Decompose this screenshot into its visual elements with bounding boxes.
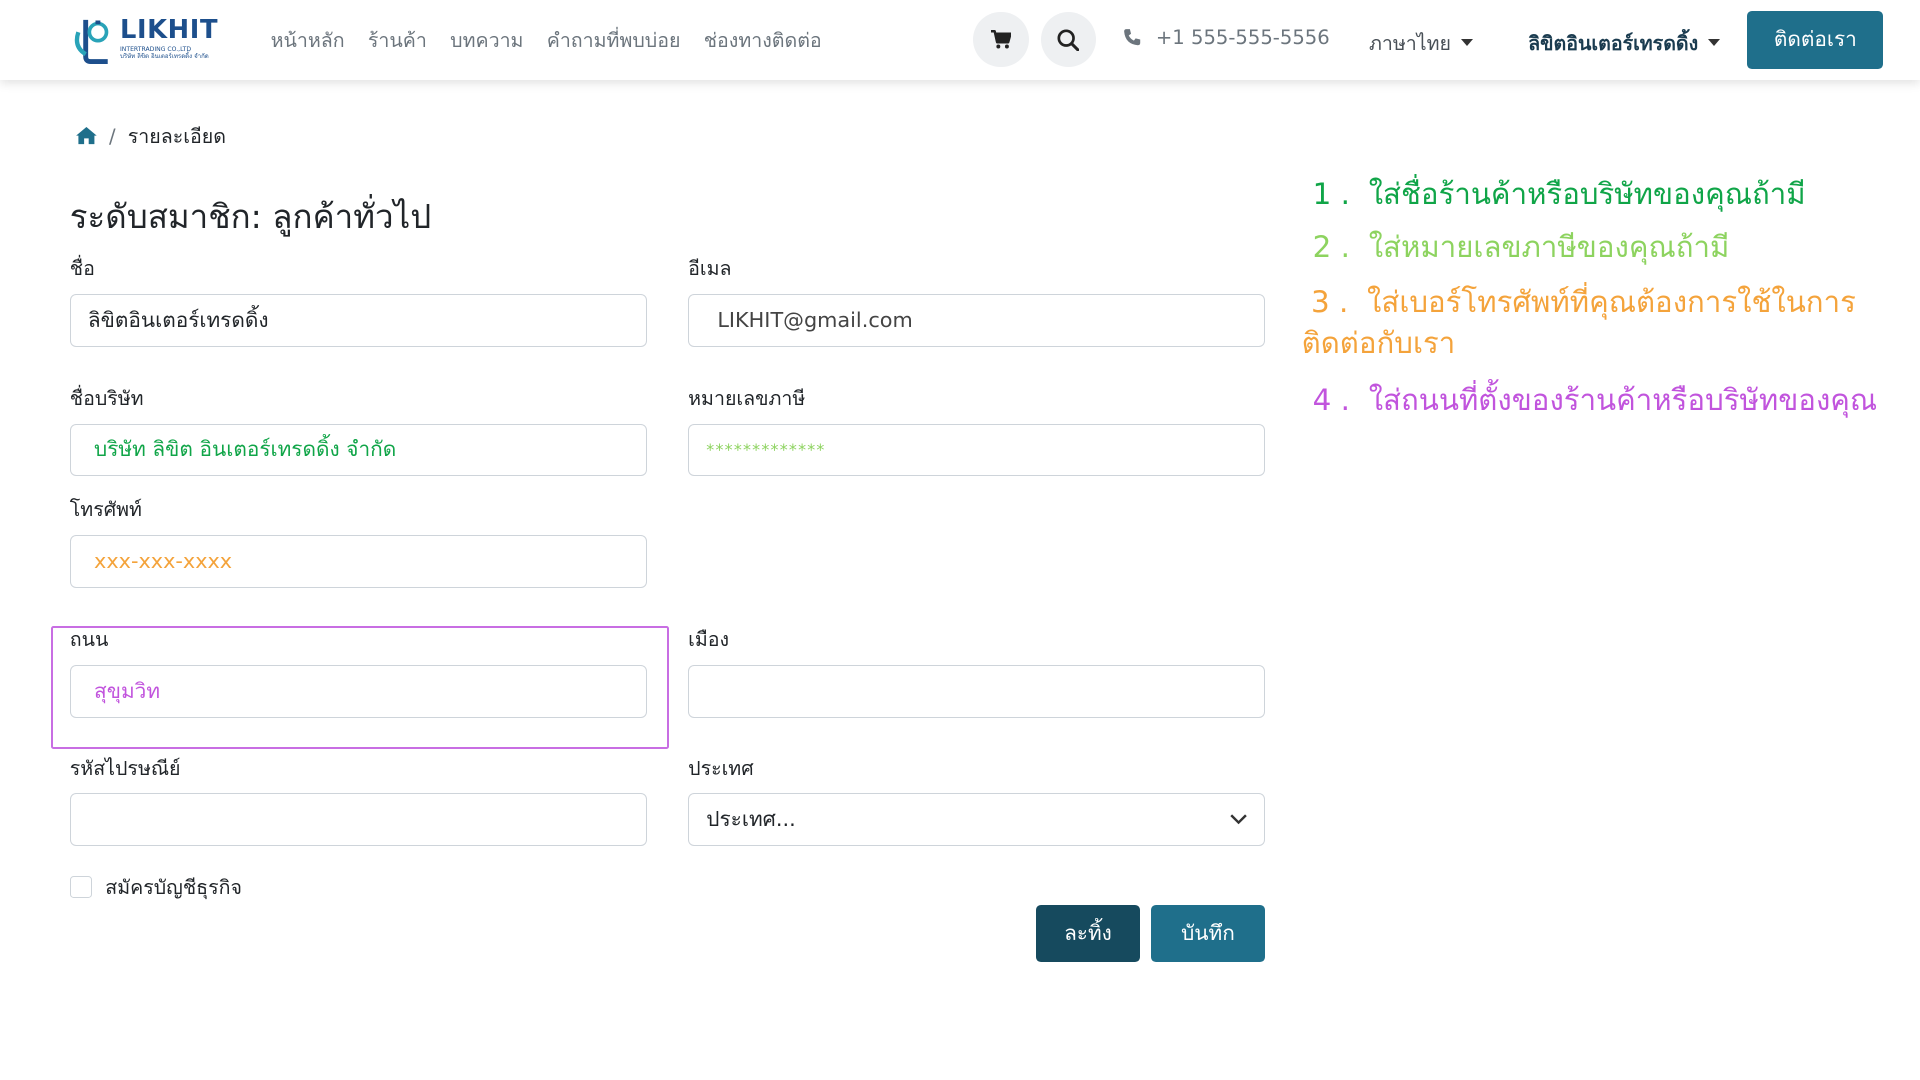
breadcrumb-current: รายละเอียด <box>127 125 226 148</box>
discard-button[interactable]: ละทิ้ง <box>1035 904 1140 963</box>
user-menu-dropdown[interactable]: ลิขิตอินเตอร์เทรดดิ้ง <box>1528 27 1720 59</box>
cart-icon <box>990 29 1012 49</box>
country-selected-value: ประเทศ... <box>706 807 796 832</box>
instruction-number: 4 . <box>1312 382 1351 417</box>
top-navbar: LIKHIT INTERTRADING CO.,LTD บริษัท ลิขิต… <box>0 0 1920 80</box>
instruction-text: ใส่ชื่อร้านค้าหรือบริษัทของคุณถ้ามี <box>1368 176 1806 211</box>
company-label: ชื่อบริษัท <box>69 387 144 411</box>
instruction-number: 1 . <box>1312 176 1351 211</box>
street-input[interactable] <box>69 664 647 718</box>
cart-button[interactable] <box>973 12 1029 68</box>
business-account-row: สมัครบัญชีธุรกิจ <box>69 871 242 903</box>
instruction-2: 2 . ใส่หมายเลขภาษีของคุณถ้ามี <box>1313 227 1730 269</box>
main-nav: หน้าหลัก ร้านค้า บทความ คำถามที่พบบ่อย ช… <box>271 24 822 56</box>
nav-contact[interactable]: ช่องทางติดต่อ <box>704 24 822 56</box>
name-label: ชื่อ <box>69 257 95 281</box>
home-icon[interactable] <box>76 127 97 145</box>
site-logo[interactable]: LIKHIT INTERTRADING CO.,LTD บริษัท ลิขิต… <box>71 15 224 64</box>
header-phone[interactable]: +1 555-555-5556 <box>1123 26 1330 49</box>
city-input[interactable] <box>688 664 1265 718</box>
language-label: ภาษาไทย <box>1368 31 1452 55</box>
street-label: ถนน <box>69 628 109 652</box>
instruction-text: ใส่เบอร์โทรศัพท์ที่คุณต้องการใช้ในการติด… <box>1301 284 1856 361</box>
email-label: อีเมล <box>688 257 732 281</box>
contact-us-button[interactable]: ติดต่อเรา <box>1747 11 1884 69</box>
phone-input[interactable] <box>69 535 647 588</box>
page-title: ระดับสมาชิก: ลูกค้าทั่วไป <box>69 196 432 236</box>
search-button[interactable] <box>1040 12 1096 68</box>
chevron-down-icon <box>1707 39 1720 47</box>
email-input[interactable] <box>688 293 1265 347</box>
business-account-checkbox[interactable] <box>69 875 92 898</box>
user-name: ลิขิตอินเตอร์เทรดดิ้ง <box>1528 31 1699 55</box>
breadcrumb: / รายละเอียด <box>76 120 226 152</box>
phone-number: +1 555-555-5556 <box>1155 25 1330 49</box>
phone-label: โทรศัพท์ <box>69 498 142 522</box>
business-account-label[interactable]: สมัครบัญชีธุรกิจ <box>105 871 242 903</box>
nav-faq[interactable]: คำถามที่พบบ่อย <box>547 24 681 56</box>
zip-label: รหัสไปรษณีย์ <box>69 756 181 780</box>
instruction-text: ใส่ถนนที่ตั้งของร้านค้าหรือบริษัทของคุณ <box>1368 382 1878 417</box>
instruction-number: 2 . <box>1312 229 1351 264</box>
country-label: ประเทศ <box>688 756 754 780</box>
instruction-3: 3 . ใส่เบอร์โทรศัพท์ที่คุณต้องการใช้ในกา… <box>1302 282 1890 365</box>
language-dropdown[interactable]: ภาษาไทย <box>1369 27 1473 59</box>
search-icon <box>1057 29 1080 51</box>
breadcrumb-separator: / <box>108 124 116 148</box>
chevron-down-icon <box>1460 39 1473 47</box>
logo-subtitle-thai: บริษัท ลิขิต อินเตอร์เทรดดิ้ง จำกัด <box>119 52 209 60</box>
country-select[interactable]: ประเทศ... <box>688 793 1265 847</box>
save-button[interactable]: บันทึก <box>1151 904 1265 963</box>
company-input[interactable] <box>69 423 647 477</box>
logo-subtitle: INTERTRADING CO.,LTD <box>119 45 192 53</box>
city-label: เมือง <box>688 628 730 652</box>
instruction-number: 3 . <box>1310 284 1349 319</box>
nav-articles[interactable]: บทความ <box>450 24 523 56</box>
instruction-1: 1 . ใส่ชื่อร้านค้าหรือบริษัทของคุณถ้ามี <box>1313 174 1806 216</box>
chevron-down-icon <box>1229 814 1247 825</box>
nav-home[interactable]: หน้าหลัก <box>271 24 345 56</box>
logo-wordmark: LIKHIT <box>119 15 219 46</box>
tax-id-input[interactable] <box>688 423 1265 477</box>
instruction-4: 4 . ใส่ถนนที่ตั้งของร้านค้าหรือบริษัทของ… <box>1313 380 1878 422</box>
zip-input[interactable] <box>69 793 647 847</box>
logo-mark-icon <box>74 19 109 64</box>
nav-shop[interactable]: ร้านค้า <box>368 24 427 56</box>
name-input[interactable] <box>69 293 647 347</box>
phone-icon <box>1124 29 1141 46</box>
instruction-text: ใส่หมายเลขภาษีของคุณถ้ามี <box>1368 229 1730 264</box>
tax-id-label: หมายเลขภาษี <box>688 387 806 411</box>
